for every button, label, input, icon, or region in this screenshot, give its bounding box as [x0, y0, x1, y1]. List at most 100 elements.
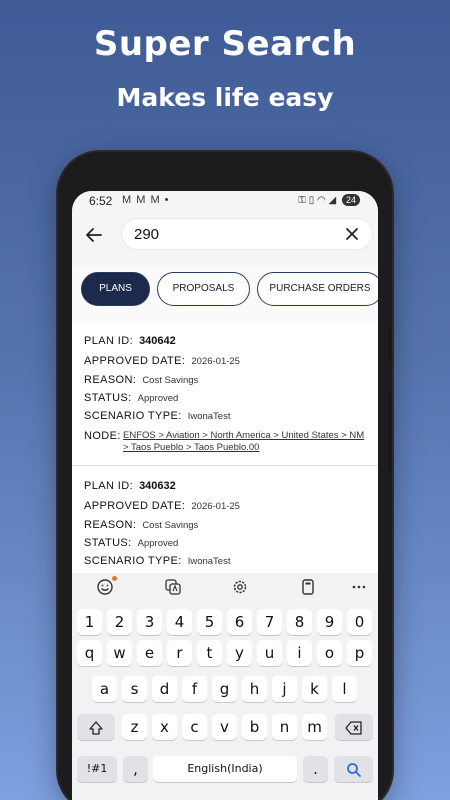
reason-value: Cost Savings — [142, 520, 199, 531]
search-key[interactable] — [334, 756, 373, 782]
phone-screen: 6:52 M M M • ⚿ ▯ ◠ ◢ 24 PLANS PROPOSALS … — [72, 191, 378, 800]
plan-id-value: 340632 — [139, 480, 176, 492]
key-h[interactable]: h — [242, 676, 267, 702]
approved-date-value: 2026-01-25 — [191, 501, 240, 512]
status-label: STATUS: — [84, 392, 132, 404]
symbols-key[interactable]: !#1 — [77, 756, 117, 782]
search-header — [72, 211, 378, 265]
key-e[interactable]: e — [137, 640, 162, 666]
key-u[interactable]: u — [257, 640, 282, 666]
key-2[interactable]: 2 — [107, 609, 132, 635]
status-value: Approved — [137, 538, 179, 549]
list-item[interactable]: PLAN ID: 340632 APPROVED DATE: 2026-01-25 … — [72, 466, 378, 573]
keyboard: 1 2 3 4 5 6 7 8 9 0 q w e r t y u i o p … — [72, 601, 378, 800]
backspace-key[interactable] — [335, 714, 373, 740]
shift-key[interactable] — [77, 714, 115, 740]
results-list: PLAN ID: 340642 APPROVED DATE: 2026-01-25 … — [72, 321, 378, 573]
power-button — [388, 322, 392, 366]
plan-id-row: PLAN ID: 340632 — [84, 480, 176, 492]
tab-purchase-orders[interactable]: PURCHASE ORDERS — [257, 272, 378, 306]
clipboard-icon[interactable] — [298, 577, 318, 597]
reason-label: REASON: — [84, 519, 137, 531]
battery-icon: 24 — [341, 194, 360, 206]
plan-id-row: PLAN ID: 340642 — [84, 335, 176, 347]
period-key[interactable]: . — [303, 756, 328, 782]
key-icon: ⚿ — [298, 195, 306, 206]
notification-icons: M M M • — [122, 194, 170, 206]
search-input[interactable] — [134, 223, 324, 245]
comma-key[interactable]: , — [123, 756, 148, 782]
scenario-type-value: IwonaTest — [187, 411, 231, 422]
volume-button — [388, 392, 392, 472]
tab-proposals[interactable]: PROPOSALS — [157, 272, 250, 306]
list-item[interactable]: PLAN ID: 340642 APPROVED DATE: 2026-01-25 … — [72, 321, 378, 466]
space-key[interactable]: English(India) — [153, 756, 297, 782]
status-bar: 6:52 M M M • ⚿ ▯ ◠ ◢ 24 — [72, 191, 378, 211]
translate-icon[interactable] — [163, 577, 183, 597]
key-3[interactable]: 3 — [137, 609, 162, 635]
key-c[interactable]: c — [182, 714, 207, 740]
status-row: STATUS: Approved — [84, 392, 178, 404]
scenario-type-row: SCENARIO TYPE: IwonaTest — [84, 555, 230, 567]
key-8[interactable]: 8 — [287, 609, 312, 635]
more-icon[interactable] — [349, 577, 369, 597]
key-6[interactable]: 6 — [227, 609, 252, 635]
key-x[interactable]: x — [152, 714, 177, 740]
promo-headline: Super Search — [93, 24, 357, 64]
gear-icon[interactable] — [230, 577, 250, 597]
key-i[interactable]: i — [287, 640, 312, 666]
promo-subline: Makes life easy — [116, 83, 334, 112]
key-b[interactable]: b — [242, 714, 267, 740]
key-y[interactable]: y — [227, 640, 252, 666]
key-m[interactable]: m — [302, 714, 327, 740]
signal-icon: ◢ — [328, 195, 337, 206]
key-k[interactable]: k — [302, 676, 327, 702]
status-right: ⚿ ▯ ◠ ◢ 24 — [298, 194, 360, 206]
close-icon[interactable] — [344, 226, 360, 242]
notification-dot — [112, 576, 117, 581]
key-j[interactable]: j — [272, 676, 297, 702]
key-o[interactable]: o — [317, 640, 342, 666]
node-path-link[interactable]: ENFOS > Aviation > North America > Unite… — [123, 430, 368, 454]
key-4[interactable]: 4 — [167, 609, 192, 635]
key-z[interactable]: z — [122, 714, 147, 740]
key-7[interactable]: 7 — [257, 609, 282, 635]
key-t[interactable]: t — [197, 640, 222, 666]
reason-label: REASON: — [84, 374, 137, 386]
key-a[interactable]: a — [92, 676, 117, 702]
key-v[interactable]: v — [212, 714, 237, 740]
vibrate-icon: ▯ — [308, 195, 315, 206]
key-g[interactable]: g — [212, 676, 237, 702]
key-9[interactable]: 9 — [317, 609, 342, 635]
key-l[interactable]: l — [332, 676, 357, 702]
wifi-icon: ◠ — [316, 195, 326, 206]
plan-id-label: PLAN ID: — [84, 480, 134, 492]
back-arrow-icon[interactable] — [84, 225, 104, 245]
search-icon — [346, 762, 361, 777]
backspace-icon — [345, 720, 362, 735]
key-q[interactable]: q — [77, 640, 102, 666]
key-p[interactable]: p — [347, 640, 372, 666]
reason-row: REASON: Cost Savings — [84, 374, 198, 386]
key-d[interactable]: d — [152, 676, 177, 702]
key-5[interactable]: 5 — [197, 609, 222, 635]
key-f[interactable]: f — [182, 676, 207, 702]
reason-row: REASON: Cost Savings — [84, 519, 198, 531]
status-row: STATUS: Approved — [84, 537, 178, 549]
node-label: NODE: — [84, 430, 121, 442]
key-r[interactable]: r — [167, 640, 192, 666]
search-box — [122, 219, 372, 249]
key-n[interactable]: n — [272, 714, 297, 740]
key-s[interactable]: s — [122, 676, 147, 702]
tab-plans[interactable]: PLANS — [81, 272, 150, 306]
approved-date-row: APPROVED DATE: 2026-01-25 — [84, 355, 240, 367]
tab-bar: PLANS PROPOSALS PURCHASE ORDERS — [72, 265, 378, 321]
key-w[interactable]: w — [107, 640, 132, 666]
key-1[interactable]: 1 — [77, 609, 102, 635]
status-value: Approved — [137, 393, 179, 404]
plan-id-value: 340642 — [139, 335, 176, 347]
status-time: 6:52 — [89, 194, 113, 208]
scenario-type-row: SCENARIO TYPE: IwonaTest — [84, 410, 230, 422]
scenario-type-label: SCENARIO TYPE: — [84, 555, 182, 567]
key-0[interactable]: 0 — [347, 609, 372, 635]
